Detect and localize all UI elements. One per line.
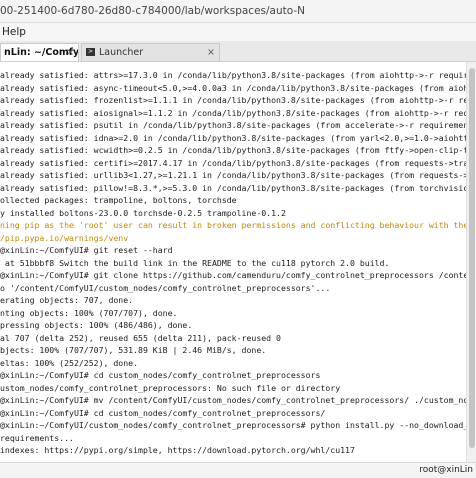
- terminal-line: already satisfied: async-timeout<5.0,>=4…: [0, 82, 466, 93]
- browser-url-bar[interactable]: 00-251400-6d780-26d80-c784000/lab/worksp…: [0, 0, 476, 23]
- status-bar: root@xinLin: [0, 462, 476, 478]
- terminal-line: at 51bbbf8 Switch the build link in the …: [0, 257, 390, 268]
- terminal-line: al 707 (delta 252), reused 655 (delta 21…: [0, 332, 281, 343]
- menu-help[interactable]: Help: [0, 26, 26, 38]
- tab-launcher-label: Launcher: [99, 47, 144, 58]
- url-text: 00-251400-6d780-26d80-c784000/lab/worksp…: [0, 5, 306, 17]
- terminal-line: already satisfied: idna>=2.0 in /conda/l…: [0, 132, 466, 143]
- terminal-line: requirements...: [0, 432, 74, 443]
- terminal-line: o '/content/ComfyUI/custom_nodes/comfy_c…: [0, 282, 331, 293]
- tab-launcher[interactable]: > Launcher ×: [81, 43, 220, 61]
- close-icon[interactable]: ×: [207, 44, 215, 61]
- terminal-scrollbar[interactable]: [466, 62, 476, 462]
- close-icon[interactable]: ×: [66, 44, 74, 61]
- terminal-line: already satisfied: urllib3<1.27,>=1.21.1…: [0, 170, 466, 180]
- terminal-line: already satisfied: wcwidth>=0.2.5 in /co…: [0, 145, 466, 155]
- terminal-line: already satisfied: psutil in /conda/lib/…: [0, 120, 466, 130]
- terminal-line: already satisfied: aiosignal>=1.1.2 in /…: [0, 107, 466, 118]
- tab-strip: nLin: ~/ComfyUI/cust × > Launcher ×: [0, 41, 476, 62]
- terminal-line: @xinLin:~/ComfyUI# git reset --hard: [0, 245, 173, 255]
- terminal-line: eltas: 100% (252/252), done.: [0, 357, 139, 368]
- terminal-line: indexes: https://pypi.org/simple, https:…: [0, 445, 355, 455]
- terminal-line: @xinLin:~/ComfyUI# cd custom_nodes/comfy…: [0, 370, 321, 380]
- terminal-line: erating objects: 707, done.: [0, 295, 134, 305]
- terminal-line: ustom_nodes/comfy_controlnet_preprocesso…: [0, 382, 341, 393]
- terminal-line: nting objects: 100% (707/707), done.: [0, 307, 178, 318]
- status-user: root@xinLin: [419, 465, 473, 475]
- terminal-output[interactable]: already satisfied: attrs>=17.3.0 in /con…: [0, 62, 466, 462]
- menu-bar: Help: [0, 23, 476, 41]
- tab-terminal[interactable]: nLin: ~/ComfyUI/cust ×: [0, 43, 79, 61]
- terminal-line: already satisfied: certifi>=2017.4.17 in…: [0, 157, 466, 168]
- terminal-line: @xinLin:~/ComfyUI/custom_nodes/comfy_con…: [0, 420, 466, 430]
- terminal-line: already satisfied: frozenlist>=1.1.1 in …: [0, 95, 466, 105]
- terminal-line: y installed boltons-23.0.0 torchsde-0.2.…: [0, 207, 286, 218]
- terminal-line: @xinLin:~/ComfyUI# mv /content/ComfyUI/c…: [0, 395, 466, 405]
- scrollbar-thumb[interactable]: [469, 68, 475, 448]
- terminal-line: ning pip as the 'root' user can result i…: [0, 220, 466, 230]
- terminal-line: ollected packages: trampoline, boltons, …: [0, 195, 237, 205]
- terminal-line: @xinLin:~/ComfyUI# git clone https://git…: [0, 270, 466, 280]
- terminal-line: already satisfied: pillow!=8.3.*,>=5.3.0…: [0, 182, 466, 193]
- terminal-line: bjects: 100% (707/707), 531.89 KiB | 2.4…: [0, 345, 267, 355]
- terminal-line: already satisfied: attrs>=17.3.0 in /con…: [0, 70, 466, 80]
- terminal-line: pressing objects: 100% (486/486), done.: [0, 320, 193, 330]
- terminal-icon: >: [86, 48, 95, 56]
- terminal-line: @xinLin:~/ComfyUI# cd custom_nodes/comfy…: [0, 407, 326, 418]
- terminal-line: /pip.pypa.io/warnings/venv: [0, 232, 129, 243]
